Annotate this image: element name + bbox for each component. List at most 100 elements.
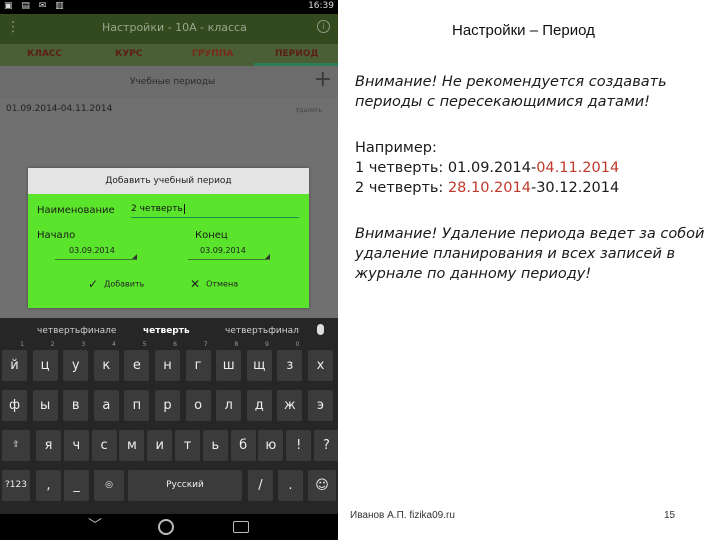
comma-key[interactable]: ,	[36, 470, 61, 501]
key-label: м	[126, 438, 137, 453]
key-ш[interactable]: 8ш	[216, 341, 242, 381]
warning-overlap-text: Внимание! Не рекомендуется создавать пер…	[355, 74, 667, 110]
key-э[interactable]: э	[308, 390, 333, 421]
home-icon[interactable]	[158, 519, 174, 535]
start-date-picker[interactable]: 03.09.2014	[55, 246, 137, 260]
overflow-menu-icon[interactable]: ⋮	[6, 19, 20, 35]
key-ь[interactable]: ь	[202, 430, 228, 461]
name-label: Наименование	[37, 205, 115, 216]
key-label: ч	[72, 438, 81, 453]
slash-key[interactable]: /	[248, 470, 273, 501]
microphone-icon[interactable]	[317, 324, 324, 335]
key-ф[interactable]: ф	[2, 390, 27, 421]
key-б[interactable]: б	[230, 430, 256, 461]
emoji-icon[interactable]: ☺	[308, 470, 336, 501]
add-period-icon[interactable]: +	[314, 68, 332, 92]
key-и[interactable]: и	[147, 430, 173, 461]
tab-bar: КЛАСС КУРС ГРУППА ПЕРИОД	[0, 44, 338, 66]
dialog-header: Добавить учебный период	[28, 168, 309, 194]
suggestion-item[interactable]: четверть	[143, 326, 190, 336]
recent-apps-icon[interactable]	[233, 521, 249, 533]
cancel-button[interactable]: ✕ Отмена	[190, 277, 238, 291]
tab-group[interactable]: ГРУППА	[192, 49, 233, 59]
shift-key[interactable]: ⇧	[2, 430, 30, 461]
key-щ[interactable]: 9щ	[246, 341, 272, 381]
back-chevron-icon[interactable]: ﹀	[88, 518, 102, 534]
key-т[interactable]: т	[175, 430, 200, 461]
key-з[interactable]: 0з	[277, 341, 303, 381]
key-с[interactable]: с	[91, 430, 117, 461]
key-label: з	[286, 358, 294, 373]
symbols-key[interactable]: ?123	[2, 470, 30, 501]
key-й[interactable]: 1й	[2, 341, 27, 381]
globe-icon[interactable]: ◎	[94, 470, 124, 501]
app-title: Настройки - 10А - класса	[102, 21, 247, 34]
start-label: Начало	[37, 230, 76, 241]
key-г[interactable]: 7г	[185, 341, 211, 381]
underscore-key[interactable]: _	[64, 470, 89, 501]
key-label: ь	[211, 438, 220, 453]
key-ю[interactable]: ю	[258, 430, 284, 461]
key-к[interactable]: 4к	[93, 341, 119, 381]
period-row[interactable]: 01.09.2014-04.11.2014 Удалить	[0, 98, 338, 122]
key-label: /	[258, 478, 263, 493]
key-label: э	[316, 398, 325, 413]
name-input[interactable]: 2 четверть	[131, 202, 299, 218]
name-input-value: 2 четверть	[131, 204, 185, 214]
key-у[interactable]: 3у	[63, 341, 89, 381]
key-label: о	[194, 398, 203, 413]
period-dates: 01.09.2014-04.11.2014	[6, 104, 113, 114]
key-label: Русский	[166, 480, 204, 490]
key-е[interactable]: 5е	[124, 341, 150, 381]
key-ч[interactable]: ч	[63, 430, 89, 461]
warning-overlap: Внимание! Не рекомендуется создавать пер…	[355, 72, 715, 112]
warning-deletion: Внимание! Удаление периода ведет за собо…	[355, 224, 715, 284]
key-х[interactable]: х	[308, 350, 333, 381]
info-icon[interactable]: i	[317, 20, 330, 33]
key-п[interactable]: п	[124, 390, 150, 421]
key-label: г	[194, 358, 202, 373]
add-button[interactable]: ✓ Добавить	[88, 277, 144, 291]
key-я[interactable]: я	[36, 430, 61, 461]
add-period-dialog: Добавить учебный период Наименование 2 ч…	[28, 168, 309, 308]
key-м[interactable]: м	[119, 430, 145, 461]
key-hint: 0	[295, 341, 300, 348]
key-ц[interactable]: 2ц	[32, 341, 58, 381]
key-ы[interactable]: ы	[32, 390, 58, 421]
tab-period[interactable]: ПЕРИОД	[275, 49, 318, 59]
key-hint: 6	[173, 341, 177, 348]
key-д[interactable]: д	[246, 390, 272, 421]
key-р[interactable]: р	[155, 390, 180, 421]
delete-period-link[interactable]: Удалить	[296, 107, 322, 114]
key-label: у	[71, 358, 80, 373]
example-line-1: 1 четверть: 01.09.2014-04.11.2014	[355, 158, 715, 178]
status-bar: ▣ ▤ ✉ ▥ 16:39	[0, 0, 338, 14]
end-date-picker[interactable]: 03.09.2014	[188, 246, 270, 260]
key-л[interactable]: л	[216, 390, 242, 421]
key-label: ы	[39, 398, 51, 413]
key-label: ,	[46, 478, 51, 493]
tab-course[interactable]: КУРС	[115, 49, 143, 59]
space-key[interactable]: Русский	[128, 470, 242, 501]
key-label: ⇧	[12, 440, 20, 450]
key-hint: 1	[20, 341, 24, 348]
tab-class[interactable]: КЛАСС	[27, 49, 62, 59]
key-hint: 2	[50, 341, 55, 348]
dot-key[interactable]: .	[278, 470, 303, 501]
key-label: й	[10, 358, 19, 373]
key-?[interactable]: ?	[314, 430, 338, 461]
suggestion-item[interactable]: четвертьфинал	[225, 326, 299, 336]
key-н[interactable]: 6н	[155, 341, 180, 381]
key-в[interactable]: в	[63, 390, 89, 421]
end-label: Конец	[195, 230, 228, 241]
key-![interactable]: !	[286, 430, 312, 461]
key-ж[interactable]: ж	[277, 390, 303, 421]
key-label: е	[132, 358, 141, 373]
example-label: Например:	[355, 140, 437, 156]
key-label: л	[224, 398, 233, 413]
key-о[interactable]: о	[185, 390, 211, 421]
key-а[interactable]: а	[93, 390, 119, 421]
suggestion-item[interactable]: четвертьфинале	[37, 326, 116, 336]
page-number: 15	[664, 510, 676, 521]
start-date-value: 03.09.2014	[69, 246, 115, 255]
